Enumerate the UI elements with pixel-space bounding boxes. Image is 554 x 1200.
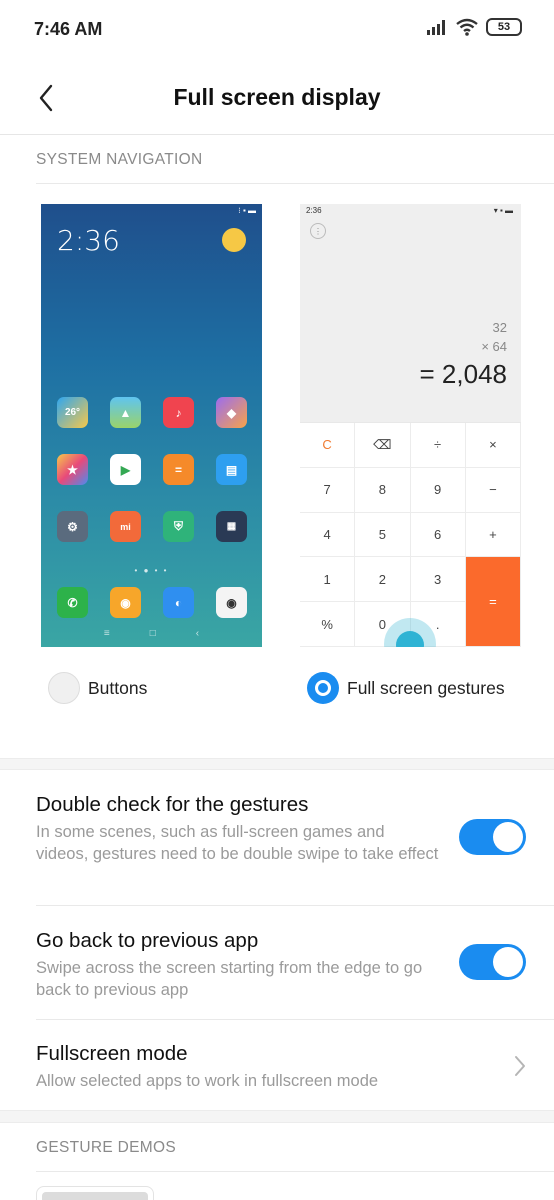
battery-level: 53	[497, 21, 511, 33]
notes-icon: ▤	[216, 454, 247, 485]
calc-key: ×	[465, 423, 521, 468]
divider	[36, 183, 554, 184]
messages-icon: ◉	[110, 587, 141, 618]
weather-icon	[222, 228, 246, 252]
calc-keypad: C ⌫ ÷ × 7 8 9 − 4 5 6 + 1 2 3 = % 0 .	[300, 422, 521, 647]
menu-key-icon: ≡	[103, 628, 110, 639]
shield-icon: ⛨	[163, 511, 194, 542]
double-check-toggle[interactable]	[459, 819, 526, 855]
calc-operand-1: 32	[492, 320, 507, 335]
security-star-icon: ★	[57, 454, 88, 485]
demo-card-preview	[42, 1192, 148, 1200]
setting-title: Double check for the gestures	[36, 793, 309, 816]
calc-key: 3	[410, 557, 466, 603]
setting-description: Allow selected apps to work in fullscree…	[36, 1072, 379, 1090]
buttons-preview[interactable]: ⁝ ▪ ▬ 2:36 26° ▲ ♪ ◆ ★ ▶ = ▤ ⚙ mi ⛨ ▦ • …	[41, 204, 262, 647]
toggle-knob	[493, 947, 523, 977]
nav-keys: ≡ □ ‹	[41, 628, 262, 639]
gestures-preview[interactable]: 2:36 ▾ ▪ ▬ ⋮ 32 × 64 = 2,048 C ⌫ ÷ × 7 8…	[300, 204, 521, 647]
calc-key: C	[300, 423, 356, 468]
calc-key: 2	[355, 557, 411, 603]
status-icons: 53	[426, 18, 522, 36]
radio-unselected[interactable]	[48, 672, 80, 704]
calculator-icon: =	[163, 454, 194, 485]
status-time: 7:46 AM	[34, 19, 103, 39]
mi-store-icon: mi	[110, 511, 141, 542]
calc-key: +	[465, 512, 521, 558]
settings-gear-icon: ⚙	[57, 511, 88, 542]
setting-title: Go back to previous app	[36, 929, 259, 952]
setting-title: Fullscreen mode	[36, 1042, 188, 1065]
gesture-demos-label: GESTURE DEMOS	[36, 1139, 176, 1156]
calc-key: ÷	[410, 423, 466, 468]
calc-key: 5	[355, 512, 411, 558]
wifi-icon	[456, 18, 478, 36]
phone-icon: ✆	[57, 587, 88, 618]
setting-fullscreen-mode[interactable]: Fullscreen mode Allow selected apps to w…	[0, 1020, 554, 1110]
dock: ✆ ◉ ◐ ◉	[57, 587, 247, 618]
preview-status-time: 2:36	[306, 206, 322, 215]
calc-key: 9	[410, 467, 466, 513]
toggle-knob	[493, 822, 523, 852]
weather-app-icon: 26°	[57, 397, 88, 428]
page-dots: • ● • •	[134, 566, 169, 575]
calc-key: ⌫	[355, 423, 411, 468]
back-key-icon: ‹	[195, 628, 200, 639]
option-buttons[interactable]: Buttons	[48, 672, 147, 704]
option-label: Buttons	[88, 677, 148, 698]
setting-go-back-previous-app[interactable]: Go back to previous app Swipe across the…	[0, 906, 554, 1019]
preview-status-icons: ▾ ▪ ▬	[493, 206, 513, 215]
setting-double-check-gestures[interactable]: Double check for the gestures In some sc…	[0, 770, 554, 905]
home-key-icon: □	[149, 628, 156, 639]
section-gap	[0, 1110, 554, 1123]
gallery-icon: ▲	[110, 397, 141, 428]
browser-icon: ◐	[163, 587, 194, 618]
calc-key: 6	[410, 512, 466, 558]
preview-status-bar: ⁝ ▪ ▬	[47, 206, 256, 218]
app-grid: 26° ▲ ♪ ◆ ★ ▶ = ▤ ⚙ mi ⛨ ▦	[57, 397, 247, 542]
calc-key: −	[465, 467, 521, 513]
chevron-right-icon	[515, 1056, 525, 1076]
camera-icon: ◉	[216, 587, 247, 618]
radio-selected-dot	[315, 680, 331, 696]
status-bar: 7:46 AM 53	[0, 0, 554, 60]
calc-equals-key: =	[465, 557, 521, 647]
preview-clock: 2:36	[57, 224, 120, 257]
calc-key: 7	[300, 467, 356, 513]
themes-icon: ◆	[216, 397, 247, 428]
preview-status-icons: ⁝ ▪ ▬	[238, 206, 256, 215]
calc-key: 8	[355, 467, 411, 513]
calc-key: 4	[300, 512, 356, 558]
music-icon: ♪	[163, 397, 194, 428]
calc-key: %	[300, 602, 356, 647]
tools-folder-icon: ▦	[216, 511, 247, 542]
weather-app-label: 26°	[64, 407, 81, 418]
radio-selected[interactable]	[307, 672, 339, 704]
option-label: Full screen gestures	[347, 677, 505, 698]
section-gap	[0, 758, 554, 770]
divider	[36, 1171, 554, 1172]
calc-operand-2: × 64	[481, 339, 507, 354]
setting-description: In some scenes, such as full-screen game…	[36, 823, 439, 863]
system-navigation-label: SYSTEM NAVIGATION	[36, 151, 203, 168]
calculator-display: 2:36 ▾ ▪ ▬ ⋮ 32 × 64 = 2,048	[300, 204, 521, 422]
calc-menu-icon: ⋮	[310, 223, 326, 239]
battery-icon: 53	[486, 18, 522, 36]
calc-key: 1	[300, 557, 356, 603]
full-screen-display-page: 7:46 AM 53 Full screen display SYSTEM NA…	[0, 0, 554, 1200]
setting-description: Swipe across the screen starting from th…	[36, 959, 423, 999]
header: Full screen display	[0, 60, 554, 135]
gesture-demo-card[interactable]	[36, 1186, 154, 1200]
signal-icon	[427, 20, 445, 35]
calc-result: = 2,048	[419, 359, 507, 389]
page-title: Full screen display	[173, 84, 381, 110]
go-back-toggle[interactable]	[459, 944, 526, 980]
play-store-icon: ▶	[110, 454, 141, 485]
option-full-screen-gestures[interactable]: Full screen gestures	[307, 672, 505, 704]
